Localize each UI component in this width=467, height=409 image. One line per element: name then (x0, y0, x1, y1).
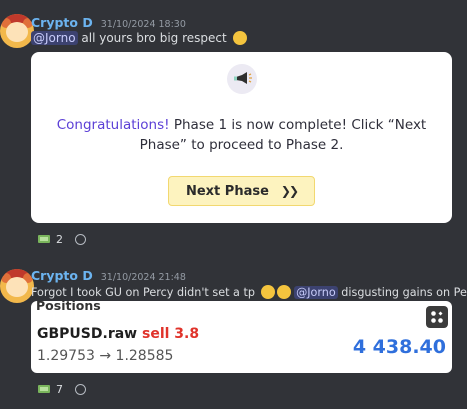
symbol-label: GBPUSD.raw (37, 326, 138, 342)
username[interactable]: Crypto D (31, 268, 93, 283)
money-mouth-face-icon (232, 31, 247, 45)
next-phase-button[interactable]: Next Phase ❯❯ (168, 176, 315, 206)
user-mention[interactable]: @Jorno (31, 31, 78, 45)
user-mention[interactable]: @Jorno (294, 286, 338, 299)
sell-label: sell 3.8 (141, 326, 200, 342)
image-embed[interactable]: Congratulations! Phase 1 is now complete… (31, 52, 452, 223)
reaction-count: 7 (56, 382, 63, 396)
double-chevron-right-icon: ❯❯ (280, 184, 299, 198)
current-price: 1.28585 (115, 348, 174, 364)
avatar[interactable] (0, 269, 34, 303)
username[interactable]: Crypto D (31, 15, 93, 30)
next-phase-label: Next Phase (185, 183, 269, 199)
money-with-wings-icon (37, 232, 51, 246)
rolling-on-floor-laughing-icon (260, 285, 275, 299)
reaction[interactable]: 7 (37, 382, 63, 396)
menu-grid-icon[interactable] (426, 306, 448, 328)
reaction[interactable]: 2 (37, 232, 63, 246)
megaphone-icon (227, 64, 257, 94)
position-screenshot[interactable]: Positions GBPUSD.raw sell 3.8 1.29753 → … (31, 301, 452, 373)
message-text: Forgot I took GU on Percy didn't set a t… (31, 285, 467, 299)
add-reaction-icon[interactable] (75, 384, 86, 395)
congrats-label: Congratulations! (56, 117, 170, 133)
message-timestamp: 31/10/2024 18:30 (100, 19, 186, 30)
rolling-on-floor-laughing-icon (276, 285, 291, 299)
profit-value: 4 438.40 (352, 336, 446, 358)
reaction-count: 2 (56, 232, 63, 246)
message-timestamp: 31/10/2024 21:48 (100, 272, 186, 283)
open-price: 1.29753 (37, 348, 95, 364)
embed-message: Congratulations! Phase 1 is now complete… (56, 117, 427, 153)
money-with-wings-icon (37, 382, 51, 396)
message-text: @Jorno all yours bro big respect (31, 31, 247, 45)
arrow-right-icon: → (99, 348, 112, 364)
avatar[interactable] (0, 14, 34, 48)
positions-header: Positions (36, 301, 101, 313)
add-reaction-icon[interactable] (75, 234, 86, 245)
